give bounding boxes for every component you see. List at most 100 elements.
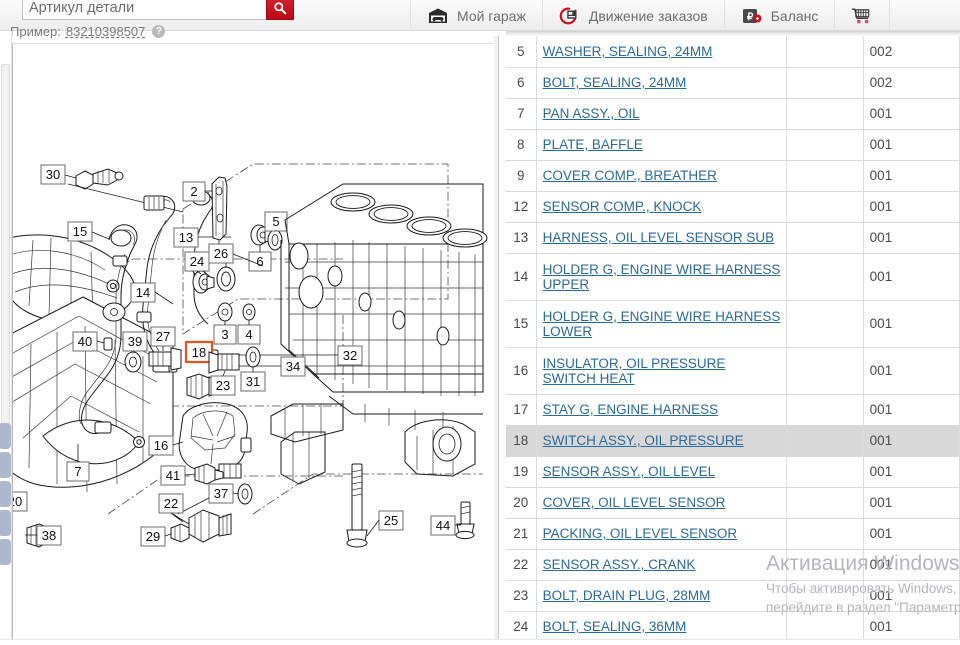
part-name-link[interactable]: HOLDER G, ENGINE WIRE HARNESS UPPER [543, 262, 781, 292]
part-name-link[interactable]: SENSOR ASSY., OIL LEVEL [543, 464, 716, 479]
cell-quantity: 001 [863, 611, 960, 643]
side-tab-4[interactable] [0, 510, 11, 536]
nav-item-cart[interactable] [834, 0, 891, 31]
cell-quantity: 002 [863, 36, 960, 68]
cell-empty [786, 347, 864, 395]
callout-5: 5 [264, 211, 288, 232]
search-button[interactable] [266, 0, 294, 20]
cell-quantity: 002 [863, 67, 960, 99]
cell-empty [786, 36, 864, 68]
part-name-link[interactable]: SWITCH ASSY., OIL PRESSURE [543, 433, 744, 448]
table-row[interactable]: 9 COVER COMP., BREATHER 001 [506, 160, 960, 192]
svg-text:29: 29 [146, 529, 160, 544]
search-input[interactable] [22, 0, 266, 20]
svg-text:24: 24 [190, 254, 204, 269]
svg-text:32: 32 [343, 348, 357, 363]
table-row[interactable]: 18 SWITCH ASSY., OIL PRESSURE 001 [506, 425, 960, 457]
nav-item-balance[interactable]: ₽ Баланс [723, 0, 835, 31]
table-row[interactable]: 12 SENSOR COMP., KNOCK 001 [506, 191, 960, 223]
example-label: Пример: [10, 24, 61, 39]
cell-part-name: WASHER, SEALING, 24MM [536, 36, 788, 68]
svg-text:₽: ₽ [747, 12, 754, 23]
diagram-scrollbar[interactable] [494, 36, 499, 645]
table-row[interactable]: 6 BOLT, SEALING, 24MM 002 [506, 67, 960, 99]
cell-ref-number: 14 [506, 253, 537, 301]
nav-item-order-movement[interactable]: Движение заказов [541, 0, 724, 31]
nav-label: Баланс [770, 7, 819, 24]
cell-empty [786, 300, 864, 348]
table-row[interactable]: 13 HARNESS, OIL LEVEL SENSOR SUB 001 [506, 222, 960, 254]
table-row[interactable]: 23 BOLT, DRAIN PLUG, 28MM 001 [506, 580, 960, 612]
part-name-link[interactable]: BOLT, SEALING, 36MM [543, 619, 687, 634]
cell-part-name: HARNESS, OIL LEVEL SENSOR SUB [536, 222, 788, 254]
table-row[interactable]: 20 COVER, OIL LEVEL SENSOR 001 [506, 487, 960, 519]
callout-18-selected: 18 [184, 340, 214, 364]
cell-part-name: SENSOR ASSY., CRANK [536, 549, 788, 581]
side-tab-3[interactable] [0, 481, 11, 507]
cell-part-name: BOLT, SEALING, 36MM [536, 611, 788, 643]
cell-part-name: HOLDER G, ENGINE WIRE HARNESS LOWER [536, 300, 788, 348]
cell-quantity: 001 [863, 253, 960, 301]
callout-39: 39 [122, 331, 148, 354]
cell-quantity: 001 [863, 160, 960, 192]
cell-quantity: 001 [863, 518, 960, 550]
exploded-parts-diagram[interactable]: .ln { fill:none; stroke:#1b1b1b; stroke-… [13, 44, 494, 645]
cell-ref-number: 22 [506, 549, 537, 581]
part-name-link[interactable]: STAY G, ENGINE HARNESS [543, 402, 719, 417]
cell-part-name: PLATE, BAFFLE [536, 129, 788, 161]
parts-list-panel: 5 WASHER, SEALING, 24MM 002 6 BOLT, SEALING,… [506, 36, 960, 645]
svg-text:7: 7 [74, 464, 81, 479]
table-row[interactable]: 17 STAY G, ENGINE HARNESS 001 [506, 394, 960, 426]
part-name-link[interactable]: SENSOR COMP., KNOCK [543, 199, 702, 214]
cell-part-name: PAN ASSY., OIL [536, 98, 788, 130]
svg-text:31: 31 [246, 374, 260, 389]
part-name-link[interactable]: PAN ASSY., OIL [543, 106, 640, 121]
part-name-link[interactable]: BOLT, DRAIN PLUG, 28MM [543, 588, 711, 603]
cell-empty [786, 129, 864, 161]
part-name-link[interactable]: INSULATOR, OIL PRESSURE SWITCH HEAT [543, 356, 781, 386]
cell-quantity: 001 [863, 347, 960, 395]
part-name-link[interactable]: PACKING, OIL LEVEL SENSOR [543, 526, 738, 541]
side-tab-1[interactable] [0, 423, 11, 449]
table-row[interactable]: 24 BOLT, SEALING, 36MM 001 [506, 611, 960, 643]
table-row[interactable]: 19 SENSOR ASSY., OIL LEVEL 001 [506, 456, 960, 488]
part-name-link[interactable]: HOLDER G, ENGINE WIRE HARNESS LOWER [543, 309, 781, 339]
part-name-link[interactable]: HARNESS, OIL LEVEL SENSOR SUB [543, 230, 775, 245]
part-name-link[interactable]: COVER, OIL LEVEL SENSOR [543, 495, 726, 510]
svg-text:30: 30 [46, 167, 60, 182]
table-row[interactable]: 14 HOLDER G, ENGINE WIRE HARNESS UPPER 001 [506, 253, 960, 301]
side-tab-5[interactable] [0, 539, 11, 565]
cell-ref-number: 19 [506, 456, 537, 488]
part-name-link[interactable]: WASHER, SEALING, 24MM [543, 44, 713, 59]
side-tab-2[interactable] [0, 452, 11, 478]
table-row[interactable]: 7 PAN ASSY., OIL 001 [506, 98, 960, 130]
cell-quantity: 001 [863, 549, 960, 581]
part-name-link[interactable]: SENSOR ASSY., CRANK [543, 557, 696, 572]
cell-ref-number: 16 [506, 347, 537, 395]
example-part-number[interactable]: 83210398507 [66, 24, 146, 39]
parts-table-body: 5 WASHER, SEALING, 24MM 002 6 BOLT, SEALING,… [506, 36, 960, 645]
part-search-group [22, 0, 294, 20]
parts-diagram-panel[interactable]: .ln { fill:none; stroke:#1b1b1b; stroke-… [12, 43, 494, 645]
orders-icon [559, 6, 581, 26]
cell-ref-number: 9 [506, 160, 537, 192]
help-icon[interactable]: ? [152, 25, 166, 38]
cell-empty [786, 98, 864, 130]
part-name-link[interactable]: BOLT, SEALING, 24MM [543, 75, 687, 90]
cell-empty [786, 222, 864, 254]
part-name-link[interactable]: PLATE, BAFFLE [543, 137, 643, 152]
nav-item-my-garage[interactable]: Мой гараж [410, 0, 542, 31]
cell-empty [786, 67, 864, 99]
svg-text:20: 20 [13, 494, 22, 509]
table-row[interactable]: 15 HOLDER G, ENGINE WIRE HARNESS LOWER 001 [506, 300, 960, 348]
table-row[interactable]: 5 WASHER, SEALING, 24MM 002 [506, 36, 960, 68]
cell-part-name: PACKING, OIL LEVEL SENSOR [536, 518, 788, 550]
nav-label: Движение заказов [588, 7, 708, 24]
part-name-link[interactable]: COVER COMP., BREATHER [543, 168, 717, 183]
table-row[interactable]: 8 PLATE, BAFFLE 001 [506, 129, 960, 161]
table-row[interactable]: 16 INSULATOR, OIL PRESSURE SWITCH HEAT 001 [506, 347, 960, 395]
page-scrollbar[interactable] [1, 64, 10, 448]
table-row[interactable]: 22 SENSOR ASSY., CRANK 001 [506, 549, 960, 581]
svg-text:18: 18 [192, 345, 206, 360]
table-row[interactable]: 21 PACKING, OIL LEVEL SENSOR 001 [506, 518, 960, 550]
